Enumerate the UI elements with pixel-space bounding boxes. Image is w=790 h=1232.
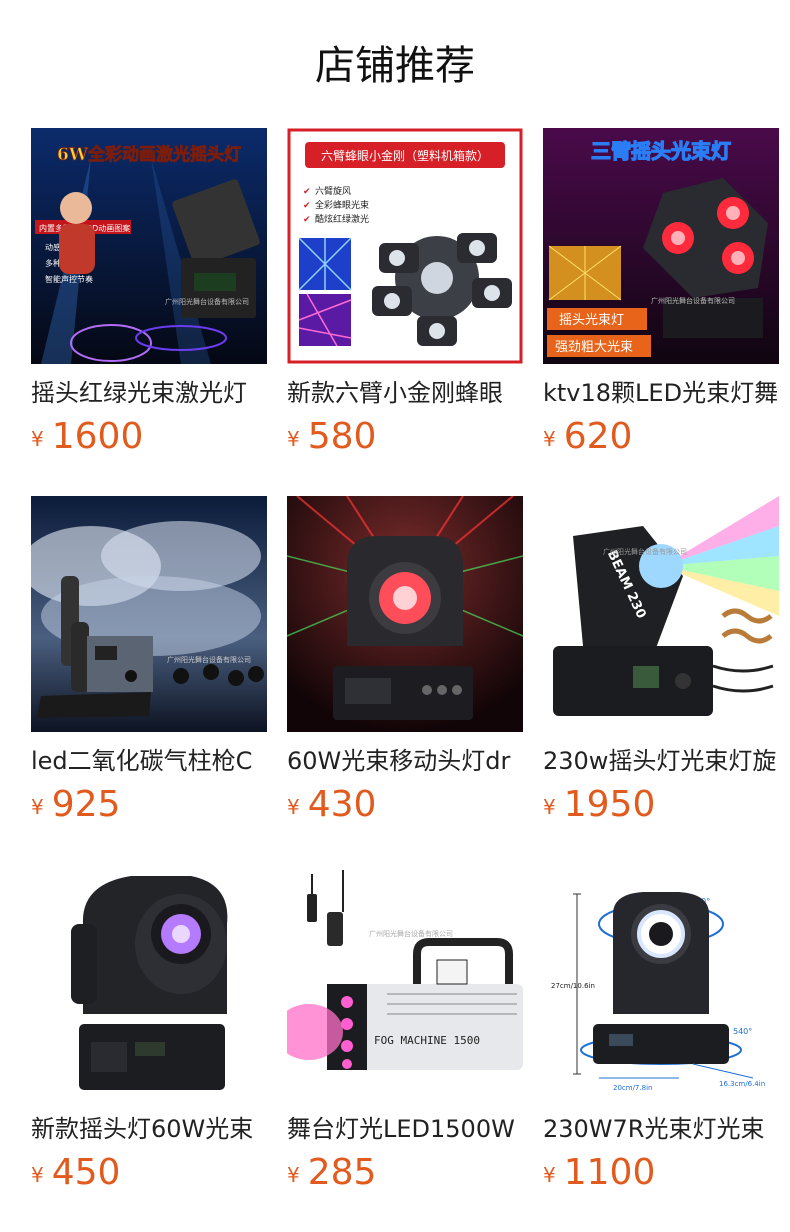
- image-text: 20cm/7.8in: [613, 1084, 652, 1092]
- page-title: 店铺推荐: [315, 43, 475, 89]
- image-text: 6W全彩动画激光摇头灯: [57, 144, 241, 165]
- product-name[interactable]: 摇头红绿光束激光灯: [31, 376, 267, 410]
- image-text: 540°: [733, 1027, 752, 1036]
- svg-text:✔: ✔: [303, 201, 311, 211]
- price-value: 1950: [563, 784, 656, 825]
- product-card[interactable]: 广州阳光舞台设备有限公司 led二氧化碳气柱枪C ¥925: [31, 496, 267, 826]
- product-name[interactable]: led二氧化碳气柱枪C: [31, 744, 267, 778]
- product-price: ¥580: [287, 416, 523, 464]
- product-price: ¥1600: [31, 416, 267, 464]
- product-card[interactable]: 27cm/10.6in 270° 540° 20cm/7.8in 16.3cm/…: [543, 864, 779, 1194]
- watermark: 广州阳光舞台设备有限公司: [603, 547, 687, 556]
- price-value: 580: [307, 416, 377, 457]
- product-image[interactable]: 六臂蜂眼小金刚（塑料机箱款） 六臂旋风 全彩蜂眼光束 酷炫红绿激光 ✔ ✔ ✔: [287, 128, 523, 364]
- product-image[interactable]: BEAM 230 广州阳光舞台设备有限公司: [543, 496, 779, 732]
- product-name[interactable]: ktv18颗LED光束灯舞: [543, 376, 779, 410]
- product-card[interactable]: 三臂摇头光束灯 广州阳光舞台设备有限公司 摇头光束灯 强劲粗大光束 ktv18颗…: [543, 128, 779, 458]
- image-text: FOG MACHINE 1500: [374, 1034, 480, 1047]
- watermark: 广州阳光舞台设备有限公司: [165, 297, 249, 306]
- product-price: ¥285: [287, 1152, 523, 1200]
- product-name[interactable]: 新款六臂小金刚蜂眼: [287, 376, 523, 410]
- currency-symbol: ¥: [31, 1163, 44, 1187]
- product-image[interactable]: FOG MACHINE 1500 广州阳光舞台设备有限公司: [287, 864, 523, 1100]
- image-text: 摇头光束灯: [559, 313, 624, 328]
- product-price: ¥1950: [543, 784, 779, 832]
- currency-symbol: ¥: [287, 795, 300, 819]
- product-card[interactable]: 新款摇头灯60W光束 ¥450: [31, 864, 267, 1194]
- currency-symbol: ¥: [543, 795, 556, 819]
- image-text: 16.3cm/6.4in: [719, 1080, 765, 1088]
- product-card[interactable]: BEAM 230 广州阳光舞台设备有限公司 230w摇头灯光束灯旋 ¥1950: [543, 496, 779, 826]
- product-image[interactable]: 广州阳光舞台设备有限公司: [31, 496, 267, 732]
- currency-symbol: ¥: [543, 1163, 556, 1187]
- price-value: 1100: [563, 1152, 656, 1193]
- product-price: ¥925: [31, 784, 267, 832]
- watermark: 广州阳光舞台设备有限公司: [651, 296, 735, 305]
- product-image[interactable]: 三臂摇头光束灯 广州阳光舞台设备有限公司 摇头光束灯 强劲粗大光束: [543, 128, 779, 364]
- product-name[interactable]: 新款摇头灯60W光束: [31, 1112, 267, 1146]
- product-image[interactable]: [287, 496, 523, 732]
- currency-symbol: ¥: [31, 427, 44, 451]
- product-image[interactable]: [31, 864, 267, 1100]
- image-text: 酷炫红绿激光: [315, 213, 369, 225]
- product-price: ¥620: [543, 416, 779, 464]
- currency-symbol: ¥: [287, 1163, 300, 1187]
- svg-text:✔: ✔: [303, 187, 311, 197]
- image-text: 27cm/10.6in: [551, 982, 595, 990]
- currency-symbol: ¥: [543, 427, 556, 451]
- price-value: 925: [51, 784, 121, 825]
- image-text: 六臂蜂眼小金刚（塑料机箱款）: [321, 148, 489, 163]
- price-value: 620: [563, 416, 633, 457]
- image-text: 六臂旋风: [315, 185, 351, 197]
- price-value: 285: [307, 1152, 377, 1193]
- product-price: ¥1100: [543, 1152, 779, 1200]
- price-value: 1600: [51, 416, 144, 457]
- product-card[interactable]: 六臂蜂眼小金刚（塑料机箱款） 六臂旋风 全彩蜂眼光束 酷炫红绿激光 ✔ ✔ ✔: [287, 128, 523, 458]
- image-text: 三臂摇头光束灯: [591, 139, 731, 163]
- image-text: 智能声控节奏: [45, 274, 93, 284]
- price-value: 430: [307, 784, 377, 825]
- product-card[interactable]: FOG MACHINE 1500 广州阳光舞台设备有限公司 舞台灯光LED150…: [287, 864, 523, 1194]
- svg-text:✔: ✔: [303, 215, 311, 225]
- product-price: ¥430: [287, 784, 523, 832]
- product-image[interactable]: 6W全彩动画激光摇头灯 内置多种全彩3D动画图案 动感全彩激光 多种动画激光 智…: [31, 128, 267, 364]
- price-value: 450: [51, 1152, 121, 1193]
- image-text: 全彩蜂眼光束: [315, 199, 369, 211]
- watermark: 广州阳光舞台设备有限公司: [369, 929, 453, 938]
- product-card[interactable]: 6W全彩动画激光摇头灯 内置多种全彩3D动画图案 动感全彩激光 多种动画激光 智…: [31, 128, 267, 458]
- product-name[interactable]: 230w摇头灯光束灯旋: [543, 744, 779, 778]
- product-name[interactable]: 舞台灯光LED1500W: [287, 1112, 523, 1146]
- page-header: 店铺推荐: [0, 0, 790, 128]
- currency-symbol: ¥: [31, 795, 44, 819]
- currency-symbol: ¥: [287, 427, 300, 451]
- product-name[interactable]: 60W光束移动头灯dr: [287, 744, 523, 778]
- product-price: ¥450: [31, 1152, 267, 1200]
- product-grid: 6W全彩动画激光摇头灯 内置多种全彩3D动画图案 动感全彩激光 多种动画激光 智…: [0, 128, 790, 1232]
- product-name[interactable]: 230W7R光束灯光束: [543, 1112, 779, 1146]
- image-text: 强劲粗大光束: [555, 340, 633, 355]
- product-card[interactable]: 60W光束移动头灯dr ¥430: [287, 496, 523, 826]
- product-image[interactable]: 27cm/10.6in 270° 540° 20cm/7.8in 16.3cm/…: [543, 864, 779, 1100]
- watermark: 广州阳光舞台设备有限公司: [167, 655, 251, 664]
